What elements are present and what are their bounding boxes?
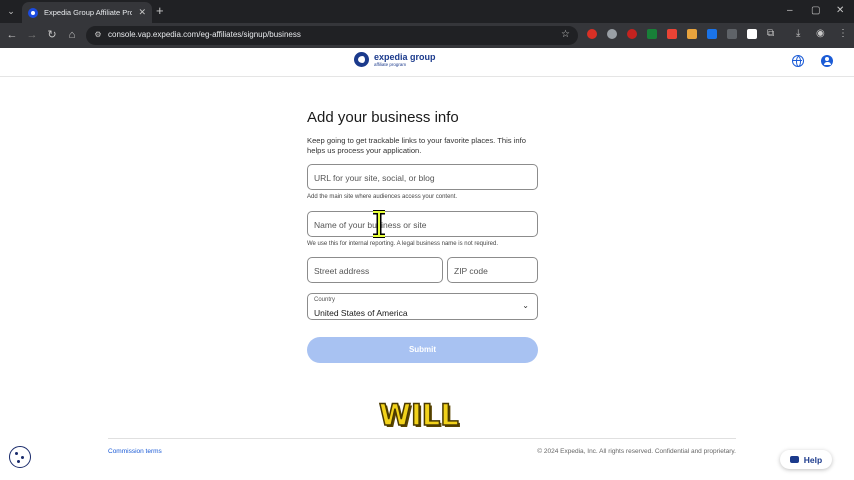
reload-icon[interactable]: ↻	[45, 28, 59, 42]
cookie-settings-icon[interactable]	[9, 446, 31, 468]
extension-icon[interactable]	[647, 29, 657, 39]
tab-title: Expedia Group Affiliate Program	[44, 8, 133, 17]
business-name-field[interactable]: Name of your business or site	[307, 211, 538, 237]
business-help-text: We use this for internal reporting. A le…	[307, 241, 498, 247]
extension-icon[interactable]	[747, 29, 757, 39]
chat-icon	[789, 456, 799, 463]
extension-icon[interactable]	[607, 29, 617, 39]
extension-icon[interactable]	[687, 29, 697, 39]
street-placeholder: Street address	[314, 266, 370, 276]
submit-button[interactable]: Submit	[307, 337, 538, 363]
extension-icon[interactable]	[707, 29, 717, 39]
text-cursor-icon	[373, 210, 385, 238]
back-icon[interactable]: ←	[5, 28, 19, 42]
minimize-button[interactable]: –	[787, 4, 793, 18]
country-select[interactable]: Country United States of America ⌄	[307, 293, 538, 320]
footer-divider	[108, 438, 736, 439]
logo-name: expedia group	[374, 52, 436, 62]
extension-icon[interactable]	[587, 29, 597, 39]
expedia-logo-icon	[354, 52, 369, 67]
extension-icon[interactable]	[667, 29, 677, 39]
tab-close-icon[interactable]: ✕	[138, 7, 146, 18]
extension-icon[interactable]	[727, 29, 737, 39]
maximize-button[interactable]: ▢	[811, 4, 820, 18]
browser-tab-bar: ⌄ Expedia Group Affiliate Program ✕ + – …	[0, 0, 854, 23]
page-content: expedia group affiliate program Add your…	[0, 48, 854, 480]
business-info-form: Add your business info Keep going to get…	[307, 109, 538, 363]
browser-menu-icon[interactable]: ⋮	[838, 28, 848, 40]
help-button[interactable]: Help	[780, 450, 832, 469]
country-value: United States of America	[314, 308, 408, 318]
country-label: Country	[314, 297, 336, 303]
site-info-icon[interactable]: ⚙	[92, 29, 104, 41]
street-address-field[interactable]: Street address	[307, 257, 443, 283]
home-icon[interactable]: ⌂	[65, 28, 79, 42]
bookmark-star-icon[interactable]: ☆	[561, 29, 570, 41]
new-tab-button[interactable]: +	[156, 4, 164, 18]
extensions-puzzle-icon[interactable]: ⧉	[767, 28, 774, 40]
url-text[interactable]: console.vap.expedia.com/eg-affiliates/si…	[108, 30, 301, 39]
browser-tab[interactable]: Expedia Group Affiliate Program ✕	[22, 2, 152, 23]
account-icon[interactable]	[821, 55, 833, 67]
close-window-button[interactable]: ✕	[836, 4, 844, 18]
extension-icon[interactable]	[627, 29, 637, 39]
globe-icon[interactable]	[792, 55, 804, 67]
logo-subtitle: affiliate program	[374, 62, 407, 67]
url-help-text: Add the main site where audiences access…	[307, 194, 458, 200]
form-subtitle: Keep going to get trackable links to you…	[307, 136, 526, 155]
site-header: expedia group affiliate program	[0, 48, 854, 77]
copyright-text: © 2024 Expedia, Inc. All rights reserved…	[537, 448, 736, 455]
page-title: Add your business info	[307, 109, 459, 126]
zip-placeholder: ZIP code	[454, 266, 488, 276]
url-placeholder: URL for your site, social, or blog	[314, 173, 435, 183]
zip-code-field[interactable]: ZIP code	[447, 257, 538, 283]
forward-icon[interactable]: →	[25, 28, 39, 42]
expedia-favicon-icon	[28, 7, 38, 18]
overlay-caption: WILL	[378, 398, 459, 432]
help-label: Help	[803, 454, 823, 465]
address-bar[interactable]: ⚙ console.vap.expedia.com/eg-affiliates/…	[86, 26, 578, 45]
commission-terms-link[interactable]: Commission terms	[108, 448, 162, 455]
url-field[interactable]: URL for your site, social, or blog	[307, 164, 538, 190]
download-icon[interactable]: ⤓	[796, 28, 800, 40]
expedia-group-logo[interactable]: expedia group affiliate program	[354, 52, 436, 67]
browser-toolbar: ← → ↻ ⌂ ⚙ console.vap.expedia.com/eg-aff…	[0, 23, 854, 48]
chevron-down-icon: ⌄	[522, 301, 529, 310]
tab-search-icon[interactable]: ⌄	[4, 4, 18, 18]
profile-icon[interactable]: ◉	[816, 28, 825, 40]
